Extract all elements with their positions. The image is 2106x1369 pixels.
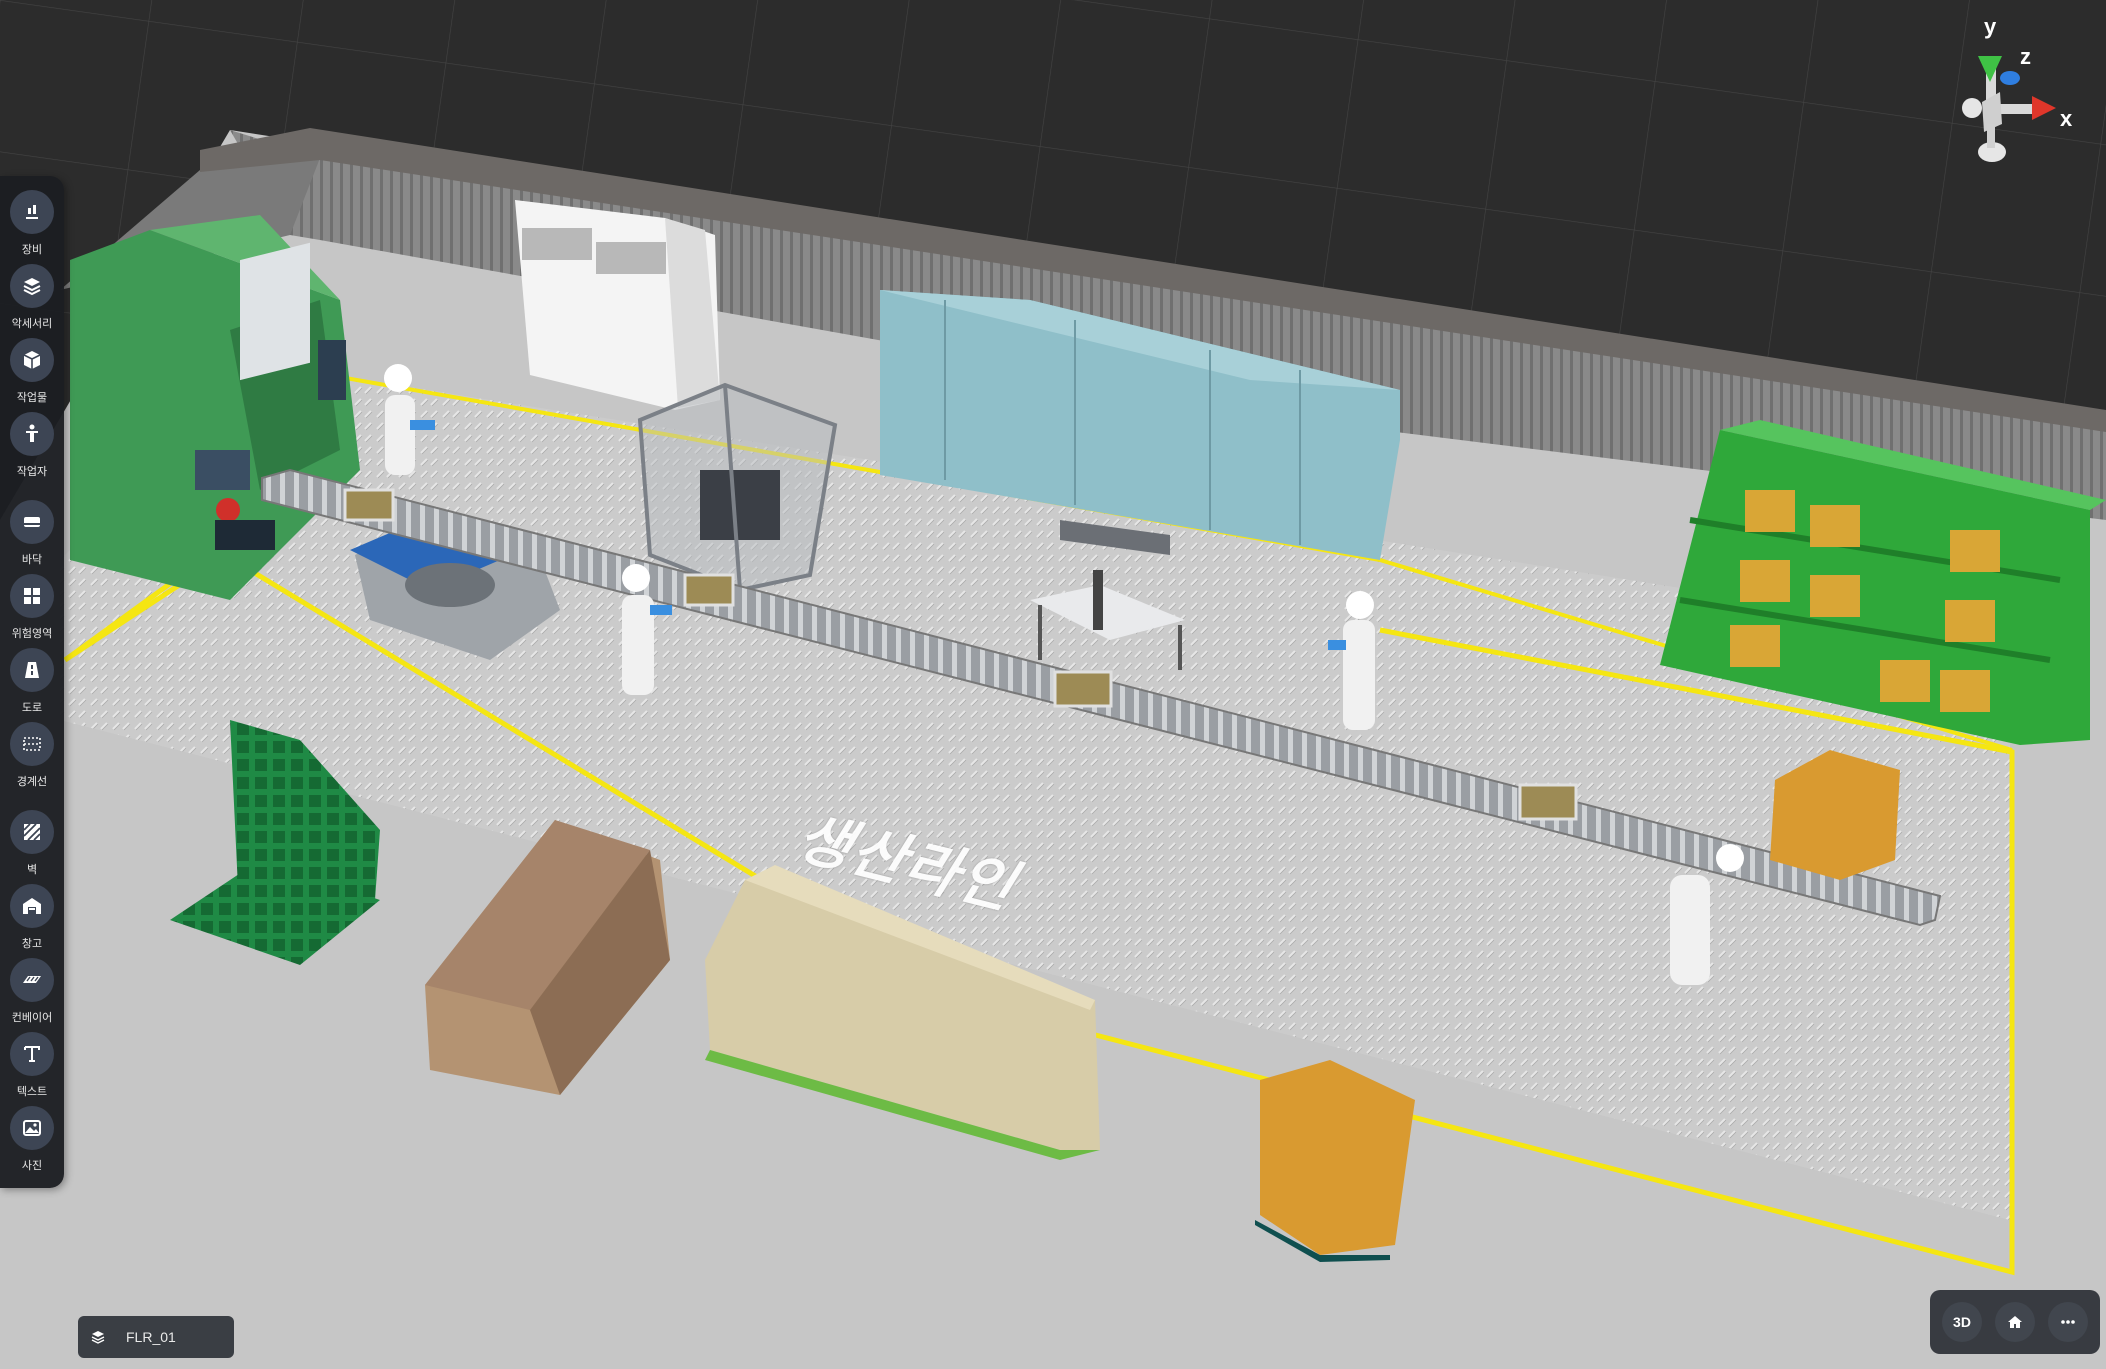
axis-z-handle[interactable]	[2000, 71, 2020, 85]
tool-photo[interactable]: 사진	[0, 1106, 64, 1173]
floor-selector-value: FLR_01	[126, 1329, 176, 1345]
danger-zone-icon	[10, 574, 54, 618]
more-options-button[interactable]	[2048, 1302, 2088, 1342]
tool-label: 악세서리	[11, 317, 53, 330]
home-icon	[2008, 1316, 2022, 1328]
tool-label: 경계선	[16, 775, 48, 788]
tool-label: 위험영역	[11, 627, 53, 640]
photo-icon	[10, 1106, 54, 1150]
view-controls: 3D	[1930, 1290, 2100, 1354]
axis-x-label: x	[2060, 106, 2073, 131]
tool-label: 바닥	[21, 553, 43, 566]
tool-boundary[interactable]: 경계선	[0, 722, 64, 789]
tool-danger-zone[interactable]: 위험영역	[0, 574, 64, 641]
tool-label: 벽	[26, 863, 38, 876]
tool-label: 텍스트	[16, 1085, 48, 1098]
floor-selector[interactable]: FLR_01	[78, 1316, 234, 1358]
tool-label: 사진	[21, 1159, 43, 1172]
workpiece-icon	[10, 338, 54, 382]
tool-label: 창고	[21, 937, 43, 950]
tool-accessory[interactable]: 악세서리	[0, 264, 64, 331]
tool-conveyor[interactable]: 컨베이어	[0, 958, 64, 1025]
warehouse-icon	[10, 884, 54, 928]
tool-label: 도로	[21, 701, 43, 714]
tool-text[interactable]: 텍스트	[0, 1032, 64, 1099]
left-toolbar: 장비 악세서리 작업물 작업자 바닥 위험영역 도로 경계선 벽 창고 컨베이어…	[0, 176, 64, 1188]
home-view-button[interactable]	[1995, 1302, 2035, 1342]
road-icon	[10, 648, 54, 692]
tool-label: 컨베이어	[11, 1011, 53, 1024]
tool-wall[interactable]: 벽	[0, 810, 64, 877]
tool-warehouse[interactable]: 창고	[0, 884, 64, 951]
factory-scene[interactable]	[0, 0, 2106, 1369]
tool-label: 장비	[21, 243, 43, 256]
3d-viewport[interactable]: 생산라인 장비 악세서리 작업물 작업자 바닥 위험영역 도로 경계선 벽 창고…	[0, 0, 2106, 1369]
boundary-icon	[10, 722, 54, 766]
tool-label: 작업자	[16, 465, 48, 478]
air-conditioner[interactable]	[515, 200, 720, 410]
tool-road[interactable]: 도로	[0, 648, 64, 715]
tool-equipment[interactable]: 장비	[0, 190, 64, 257]
axis-gizmo[interactable]: y z x	[1930, 12, 2090, 172]
view-mode-3d-button[interactable]: 3D	[1942, 1302, 1982, 1342]
text-icon	[10, 1032, 54, 1076]
conveyor-icon	[10, 958, 54, 1002]
axis-y-label: y	[1984, 14, 1997, 39]
frame-machine[interactable]	[637, 382, 838, 593]
accessory-icon	[10, 264, 54, 308]
axis-z-label: z	[2020, 44, 2031, 69]
more-icon	[2061, 1320, 2075, 1324]
floor-icon	[10, 500, 54, 544]
tool-floor[interactable]: 바닥	[0, 500, 64, 567]
axis-center	[1962, 92, 2006, 162]
tool-workpiece[interactable]: 작업물	[0, 338, 64, 405]
tool-worker[interactable]: 작업자	[0, 412, 64, 479]
tool-label: 작업물	[16, 391, 48, 404]
wall-icon	[10, 810, 54, 854]
worker-icon	[10, 412, 54, 456]
axis-x-handle[interactable]	[1992, 96, 2056, 120]
equipment-icon	[10, 190, 54, 234]
layers-icon	[91, 1331, 105, 1344]
